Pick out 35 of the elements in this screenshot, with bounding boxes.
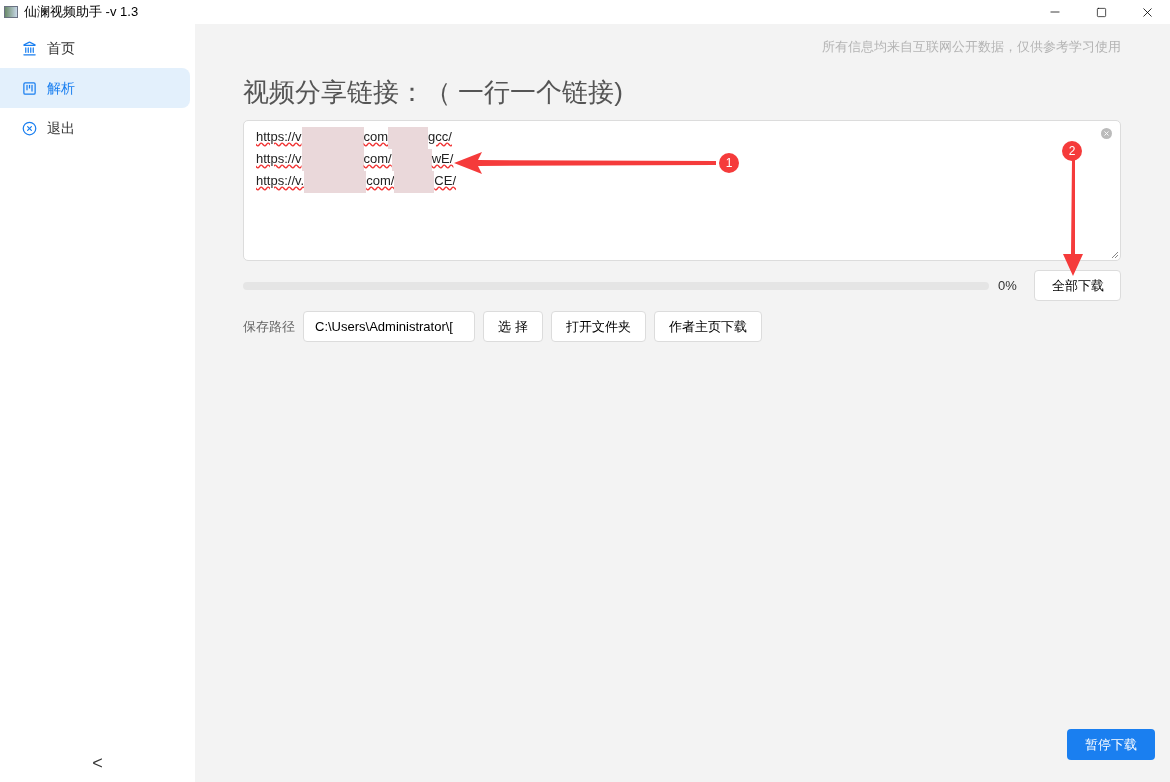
save-path-label: 保存路径 <box>243 317 295 336</box>
bank-icon <box>22 40 37 56</box>
disclaimer-text: 所有信息均来自互联网公开数据，仅供参考学习使用 <box>822 39 1121 56</box>
path-action-button[interactable]: 选 择 <box>483 310 543 342</box>
board-icon <box>22 80 37 96</box>
save-path-field[interactable]: C:\Users\Administrator\[ <box>303 310 475 342</box>
link-text: com/ <box>363 149 392 168</box>
maximize-icon <box>1095 6 1107 18</box>
path-action-button[interactable]: 打开文件夹 <box>550 310 646 342</box>
resize-handle-icon <box>1111 250 1119 259</box>
link-text: https://v. <box>256 171 305 190</box>
page-heading: 视频分享链接：（ 一行一个链接) <box>243 75 624 109</box>
link-text: gcc/ <box>428 127 452 146</box>
sidebar-item[interactable]: 解析 <box>0 68 190 108</box>
link-text: https://v <box>256 127 302 146</box>
blur-patch <box>301 126 364 149</box>
window-title: 仙澜视频助手 -v 1.3 <box>24 3 139 22</box>
sidebar-item[interactable]: 退出 <box>0 108 190 148</box>
pause-download-button[interactable]: 暂停下载 <box>1067 729 1155 760</box>
progress-percent: 0% <box>998 277 1018 295</box>
blur-patch <box>304 170 367 193</box>
collapse-button[interactable]: < <box>82 750 113 774</box>
link-text: com/ <box>366 171 395 190</box>
link-text: CE/ <box>434 171 456 190</box>
link-text: https://v <box>256 149 302 168</box>
app-logo-icon <box>4 6 18 18</box>
path-action-button[interactable]: 作者主页下载 <box>653 310 762 342</box>
link-text: com <box>363 127 389 146</box>
clear-icon[interactable] <box>1101 127 1112 139</box>
link-text: wE/ <box>431 149 454 168</box>
download-all-button[interactable]: 全部下载 <box>1034 270 1121 302</box>
blur-patch <box>388 126 429 149</box>
blur-patch <box>394 170 435 193</box>
circle-x-icon <box>22 120 37 136</box>
sidebar-item[interactable]: 首页 <box>0 28 190 68</box>
